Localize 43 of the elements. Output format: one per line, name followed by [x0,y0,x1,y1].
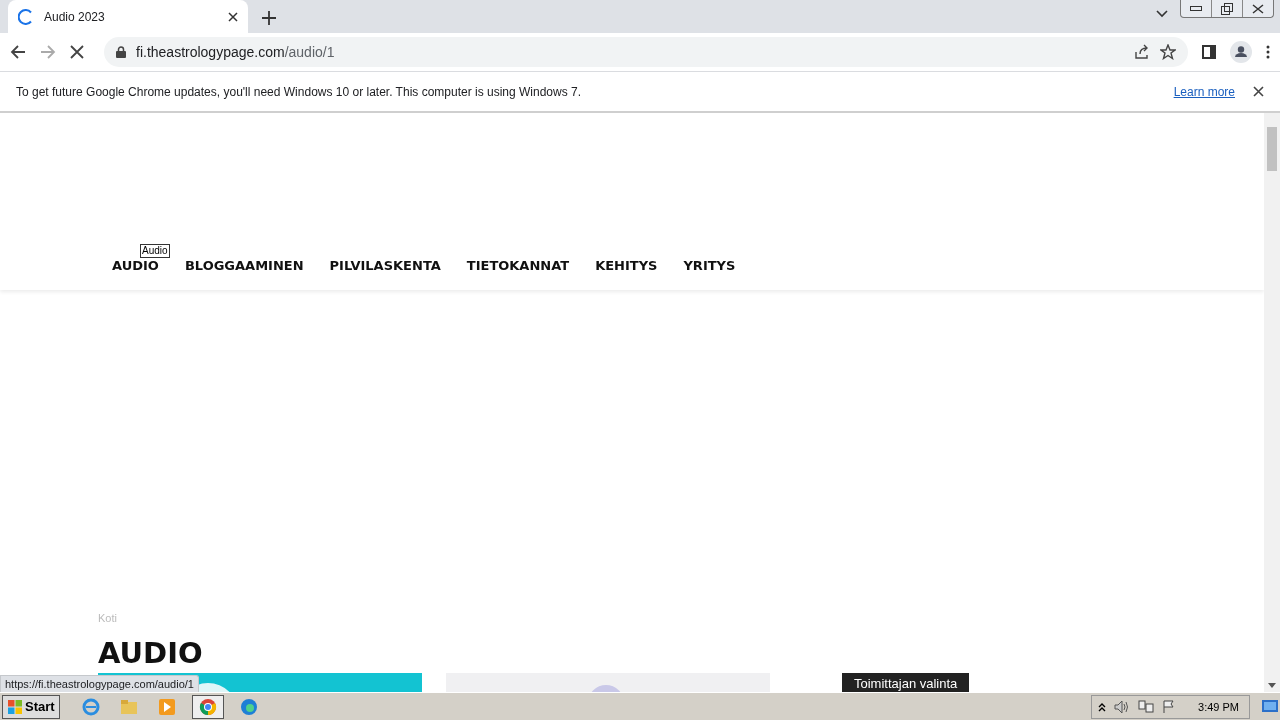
nav-link[interactable]: PILVILASKENTA [329,258,441,273]
share-icon[interactable] [1134,44,1150,60]
windows-logo [7,698,23,715]
start-button[interactable]: Start [2,694,60,719]
minimize-icon [1190,5,1202,12]
network-icon[interactable] [1138,699,1155,714]
stop-icon[interactable] [70,45,84,59]
restore-icon [1221,2,1233,15]
lock-icon [116,46,126,58]
page-heading: AUDIO [98,635,204,672]
status-url: https://fi.theastrologypage.com/audio/1 [0,675,199,692]
clock: 3:49 PM [1198,700,1239,713]
scroll-thumb[interactable] [1267,127,1277,171]
star-icon[interactable] [1160,44,1176,60]
menu-icon[interactable] [1266,45,1270,59]
nav-link[interactable]: YRITYS [683,258,736,273]
tab-title: Audio 2023 [44,9,106,24]
nav-link[interactable]: TIETOKANNAT [466,258,570,273]
side-panel-icon[interactable] [1202,45,1216,59]
profile-icon[interactable] [1230,41,1252,63]
nav-link[interactable]: KEHITYS [595,258,658,273]
learn-more-link[interactable]: Learn more [1173,84,1235,99]
update-message: To get future Google Chrome updates, you'll need Windows 10 or later. This computer is using Windows 7. [16,84,583,99]
scrollbar[interactable] [1264,113,1280,692]
nav-link[interactable]: BLOGGAAMINEN [184,258,304,273]
loading-spinner-icon [18,8,34,25]
show-desktop-icon[interactable] [1262,699,1278,714]
flag-icon[interactable] [1162,699,1177,714]
speaker-icon[interactable] [1114,699,1131,714]
browser-tab[interactable]: Audio 2023 [8,0,248,33]
close-icon[interactable] [228,11,238,22]
scroll-down-icon[interactable] [1268,683,1276,688]
tooltip: Audio [140,244,170,258]
show-hidden-icons-icon[interactable] [1098,701,1107,712]
chrome-icon[interactable] [191,694,224,719]
back-icon[interactable] [10,44,26,60]
chevron-down-icon[interactable] [1156,10,1168,18]
category-label: Toimittajan valinta [842,673,970,692]
close-icon[interactable] [1253,86,1264,97]
address-bar[interactable]: fi.theastrologypage.com/audio/1 [104,37,1188,67]
close-icon [1252,3,1264,14]
new-tab-icon[interactable] [262,11,276,25]
nav-link[interactable]: AUDIO [112,258,159,273]
